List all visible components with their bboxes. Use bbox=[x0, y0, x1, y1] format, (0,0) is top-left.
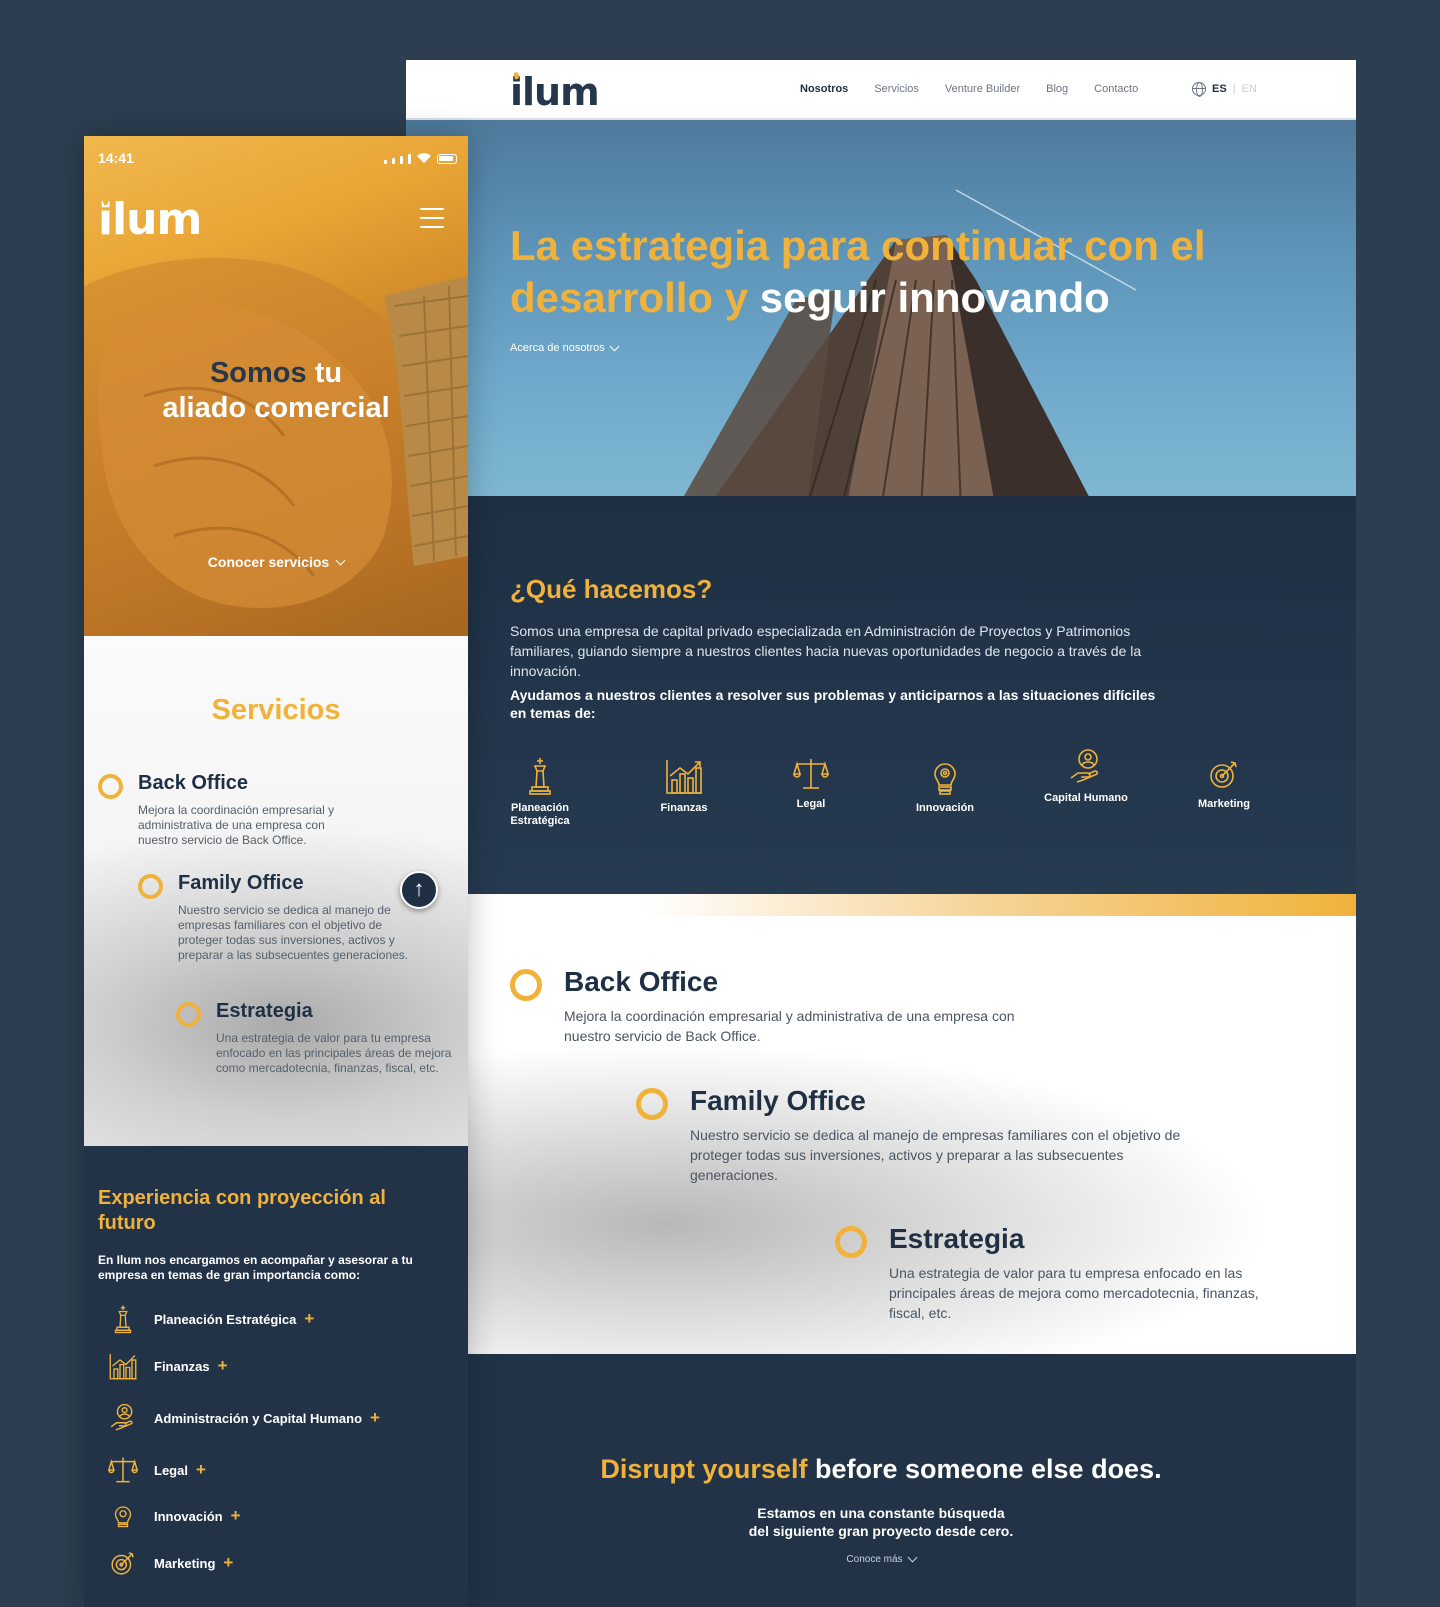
expand-finanzas[interactable]: Finanzas + bbox=[108, 1351, 228, 1381]
ring-icon bbox=[636, 1088, 668, 1120]
service-family-office: Family Office Nuestro servicio se dedica… bbox=[636, 1085, 1196, 1185]
disrupt-subtitle: Estamos en una constante búsqueda del si… bbox=[748, 1505, 1014, 1539]
service-estrategia: Estrategia Una estrategia de valor para … bbox=[835, 1223, 1275, 1323]
lang-es[interactable]: ES bbox=[1212, 83, 1227, 95]
plus-icon: + bbox=[217, 1356, 228, 1375]
target-icon bbox=[111, 1552, 134, 1575]
expand-capital-humano[interactable]: Administración y Capital Humano + bbox=[108, 1403, 380, 1433]
hero-title: La estrategia para continuar con el desa… bbox=[510, 222, 1206, 321]
services-title: Servicios bbox=[211, 694, 341, 726]
area-planeacion[interactable]: Planeación Estratégica bbox=[495, 756, 585, 828]
experience-title: Experiencia con proyección al futuro bbox=[98, 1187, 386, 1234]
mobile-hero-title: Somos tu aliado comercial bbox=[162, 357, 390, 424]
ring-icon bbox=[835, 1226, 867, 1258]
person-hand-icon bbox=[1070, 749, 1099, 783]
services-section: Back Office Mejora la coordinación empre… bbox=[406, 894, 1356, 1354]
status-time: 14:41 bbox=[98, 150, 134, 166]
language-switcher: ES | EN bbox=[1192, 82, 1257, 97]
lang-en[interactable]: EN bbox=[1242, 83, 1257, 95]
ring-icon bbox=[138, 874, 163, 899]
services-link[interactable]: Conocer servicios bbox=[84, 554, 468, 570]
plus-icon: + bbox=[195, 1460, 206, 1479]
mobile-mockup: 14:41 ilum Somos tu aliado comercial Con… bbox=[84, 136, 468, 1607]
chevron-down-icon bbox=[907, 1552, 918, 1563]
plus-icon: + bbox=[223, 1553, 234, 1572]
wifi-icon bbox=[417, 153, 431, 163]
chess-king-icon bbox=[529, 758, 551, 795]
plus-icon: + bbox=[230, 1506, 241, 1525]
disrupt-title: Disrupt yourself before someone else doe… bbox=[600, 1454, 1162, 1484]
scale-icon bbox=[793, 759, 829, 789]
nav-venture-builder[interactable]: Venture Builder bbox=[945, 83, 1020, 95]
section-description: Somos una empresa de capital privado esp… bbox=[510, 623, 1142, 679]
plus-icon: + bbox=[304, 1309, 315, 1328]
desktop-mockup: ilum Nosotros Servicios Venture Builder … bbox=[406, 60, 1356, 1607]
area-capital-humano[interactable]: Capital Humano bbox=[1041, 748, 1131, 805]
expand-planeacion[interactable]: Planeación Estratégica + bbox=[108, 1304, 314, 1334]
nav-servicios[interactable]: Servicios bbox=[874, 83, 919, 95]
nav-contacto[interactable]: Contacto bbox=[1094, 83, 1138, 95]
scale-icon bbox=[108, 1457, 138, 1483]
mobile-services-section: Servicios Back Office Mejora la coordina… bbox=[84, 636, 468, 1146]
status-icons bbox=[384, 152, 457, 164]
chevron-down-icon bbox=[335, 555, 346, 565]
experience-intro: En Ilum nos encargamos en acompañar y as… bbox=[98, 1253, 413, 1282]
battery-icon bbox=[437, 154, 457, 164]
what-we-do-section: ¿Qué hacemos? Somos una empresa de capit… bbox=[406, 496, 1356, 894]
lightbulb-gear-icon bbox=[114, 1506, 132, 1528]
mobile-service-estrategia: Estrategia Una estrategia de valor para … bbox=[176, 1000, 456, 1076]
scroll-top-button[interactable]: ↑ bbox=[400, 871, 438, 909]
mobile-hero: 14:41 ilum Somos tu aliado comercial Con… bbox=[84, 136, 468, 636]
learn-more-link[interactable]: Conoce más bbox=[406, 1552, 1356, 1565]
ring-icon bbox=[510, 969, 542, 1001]
bar-chart-icon bbox=[109, 1354, 137, 1380]
mobile-service-family-office: Family Office Nuestro servicio se dedica… bbox=[138, 872, 428, 963]
target-icon bbox=[1210, 761, 1237, 788]
section-title: ¿Qué hacemos? bbox=[510, 574, 713, 604]
lightbulb-gear-icon bbox=[934, 763, 956, 795]
service-back-office: Back Office Mejora la coordinación empre… bbox=[510, 966, 1030, 1046]
arrow-up-icon: ↑ bbox=[413, 876, 425, 901]
chevron-down-icon bbox=[609, 341, 620, 351]
area-marketing[interactable]: Marketing bbox=[1179, 756, 1269, 811]
person-hand-icon bbox=[110, 1403, 133, 1431]
about-link[interactable]: Acerca de nosotros bbox=[510, 341, 620, 354]
mobile-logo[interactable]: ilum bbox=[98, 194, 202, 245]
mobile-service-back-office: Back Office Mejora la coordinación empre… bbox=[98, 772, 368, 848]
disrupt-section: Disrupt yourself before someone else doe… bbox=[406, 1354, 1356, 1607]
hero-section: La estrategia para continuar con el desa… bbox=[406, 120, 1356, 496]
logo[interactable]: ilum bbox=[510, 70, 600, 114]
section-highlight: Ayudamos a nuestros clientes a resolver … bbox=[510, 687, 1156, 721]
top-navbar: ilum Nosotros Servicios Venture Builder … bbox=[406, 60, 1356, 120]
nav-nosotros[interactable]: Nosotros bbox=[800, 83, 848, 95]
nav-links: Nosotros Servicios Venture Builder Blog … bbox=[800, 83, 1138, 95]
area-legal[interactable]: Legal bbox=[766, 756, 856, 811]
hamburger-menu-icon[interactable] bbox=[420, 208, 444, 235]
gradient-divider bbox=[406, 894, 1356, 916]
expand-innovacion[interactable]: Innovación + bbox=[108, 1501, 241, 1531]
plus-icon: + bbox=[370, 1408, 380, 1427]
bar-chart-icon bbox=[666, 760, 702, 794]
area-innovacion[interactable]: Innovación bbox=[900, 756, 990, 815]
nav-blog[interactable]: Blog bbox=[1046, 83, 1068, 95]
ring-icon bbox=[176, 1002, 201, 1027]
ring-icon bbox=[98, 774, 123, 799]
expand-legal[interactable]: Legal + bbox=[108, 1455, 206, 1485]
area-finanzas[interactable]: Finanzas bbox=[639, 756, 729, 815]
globe-icon bbox=[1192, 82, 1206, 97]
experience-section: Experiencia con proyección al futuro En … bbox=[84, 1146, 468, 1607]
expand-marketing[interactable]: Marketing + bbox=[108, 1548, 233, 1578]
chess-king-icon bbox=[114, 1305, 132, 1334]
